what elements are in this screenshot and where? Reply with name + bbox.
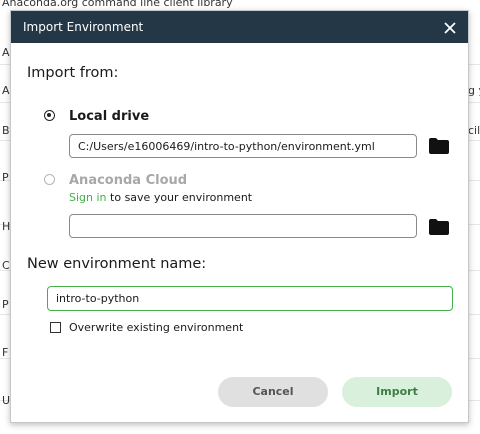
environment-name-input[interactable] (47, 286, 453, 311)
background-row-fragment: g y (468, 84, 480, 97)
anaconda-cloud-input[interactable] (69, 214, 417, 238)
local-drive-path-input[interactable] (69, 134, 417, 158)
local-drive-label[interactable]: Local drive (69, 109, 149, 124)
folder-icon[interactable] (429, 219, 449, 235)
overwrite-label[interactable]: Overwrite existing environment (69, 321, 243, 334)
close-icon (444, 22, 456, 34)
anaconda-cloud-radio[interactable] (44, 174, 55, 185)
background-row-initial: A (2, 46, 10, 59)
background-row-initial: U (2, 394, 11, 407)
import-button[interactable]: Import (342, 377, 452, 407)
cancel-button[interactable]: Cancel (218, 377, 328, 407)
signin-suffix: to save your environment (106, 191, 253, 204)
anaconda-cloud-label[interactable]: Anaconda Cloud (69, 173, 187, 188)
background-row-initial: B (2, 124, 10, 137)
close-button[interactable] (438, 15, 462, 39)
background-row-initial: P (2, 298, 9, 311)
background-row-initial: C (2, 259, 10, 272)
background-package-description: Anaconda.org command line client library (2, 0, 233, 9)
dialog-title: Import Environment (23, 20, 144, 34)
dialog-titlebar: Import Environment (11, 11, 468, 43)
new-environment-name-label: New environment name: (27, 256, 207, 272)
import-from-label: Import from: (27, 65, 119, 81)
background-row-initial: F (2, 346, 9, 359)
import-environment-dialog: Import Environment Import from: Local dr… (10, 10, 469, 423)
signin-prompt: Sign in to save your environment (69, 191, 252, 204)
local-drive-radio[interactable] (44, 110, 55, 121)
overwrite-checkbox[interactable] (50, 322, 61, 333)
background-row-fragment: cili (468, 124, 480, 137)
background-row-initial: P (2, 171, 9, 184)
sign-in-link[interactable]: Sign in (69, 191, 107, 204)
folder-icon[interactable] (429, 138, 449, 154)
